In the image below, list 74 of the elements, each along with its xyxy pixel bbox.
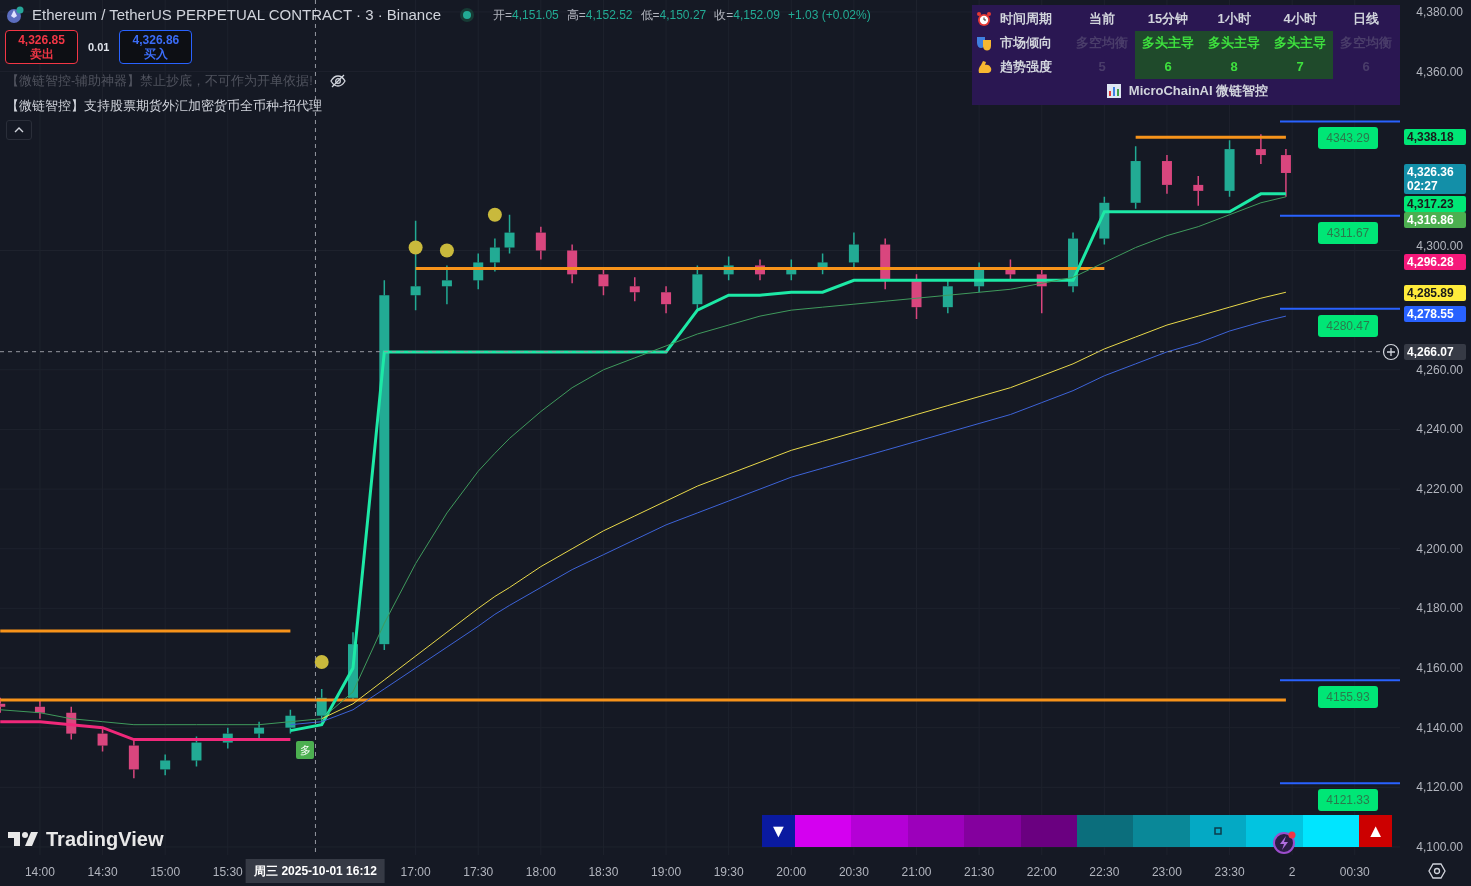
price-tag: 4,338.18 <box>1404 128 1466 145</box>
time-axis-label: 17:00 <box>400 864 431 881</box>
table-cell: 7 <box>1267 55 1333 79</box>
price-tag: 4,296.28 <box>1404 253 1466 270</box>
ohlc-value: 高=4,152.52 <box>566 7 633 25</box>
time-axis-label: 20:30 <box>838 864 869 881</box>
ohlc-value: 开=4,151.05 <box>493 7 559 25</box>
time-axis-label: 00:30 <box>1339 864 1370 881</box>
table-column-header: 当前 <box>1088 10 1116 29</box>
table-footer-title: MicroChainAI 微链智控 <box>1128 82 1269 101</box>
signal-cell: ▼ <box>762 815 795 847</box>
level-label: 4155.93 <box>1318 686 1378 709</box>
price-change: +1.03 (+0.02%) <box>787 7 871 25</box>
time-axis-label: 2 <box>1288 864 1296 881</box>
sell-button[interactable]: 4,326.85 卖出 <box>5 30 78 64</box>
level-label: 4121.33 <box>1318 789 1378 812</box>
table-cell: 6 <box>1135 55 1201 79</box>
time-axis-label: 17:30 <box>463 864 494 881</box>
ohlc-value: 收=4,152.09 <box>714 7 780 25</box>
table-cell: 多头主导 <box>1267 31 1333 55</box>
crosshair-price-label: 4,266.07 <box>1404 343 1466 360</box>
table-column-header: 日线 <box>1352 10 1380 29</box>
table-column-header: 4小时 <box>1282 10 1318 29</box>
price-axis-label: 4,380.00 <box>1416 4 1463 19</box>
time-axis-label: 20:00 <box>776 864 807 881</box>
price-tag: 4,278.55 <box>1404 306 1466 323</box>
table-cell: 多头主导 <box>1135 31 1201 55</box>
signal-marker: 多 <box>296 741 314 759</box>
price-axis-label: 4,220.00 <box>1416 482 1463 497</box>
price-tag: 4,317.23 <box>1404 195 1466 212</box>
price-axis-label: 4,200.00 <box>1416 541 1463 556</box>
time-axis-label: 15:30 <box>212 864 243 881</box>
time-axis-label: 22:00 <box>1026 864 1057 881</box>
signal-cell: ▲ <box>1359 815 1393 847</box>
level-label: 4280.47 <box>1318 314 1378 337</box>
time-axis-label: 18:30 <box>588 864 619 881</box>
price-axis-label: 4,300.00 <box>1416 238 1463 253</box>
table-row-label: 市场倾向 <box>1000 34 1052 53</box>
crosshair-time-label: 周三 2025-10-01 16:12 <box>246 859 385 883</box>
time-axis-label: 22:30 <box>1089 864 1120 881</box>
price-axis-label: 4,160.00 <box>1416 661 1463 675</box>
brand-name: TradingView <box>46 827 164 852</box>
ohlc-value: 低=4,150.27 <box>640 7 707 25</box>
time-axis-label: 18:00 <box>525 864 556 881</box>
time-axis-label: 14:00 <box>24 864 55 881</box>
time-axis-label: 23:00 <box>1151 864 1182 881</box>
time-axis-label: 19:00 <box>651 864 682 881</box>
level-label: 4343.29 <box>1318 127 1378 150</box>
level-label: 4311.67 <box>1318 221 1378 244</box>
indicator-label: 【微链智控】支持股票期货外汇加密货币全币种-招代理 <box>6 98 323 115</box>
price-axis-label: 4,240.00 <box>1416 422 1463 437</box>
table-cell: 8 <box>1201 55 1267 79</box>
time-axis-label: 21:00 <box>901 864 932 881</box>
table-row-label: 时间周期 <box>1000 10 1052 29</box>
price-axis-label: 4,260.00 <box>1416 362 1463 377</box>
time-axis-label: 23:30 <box>1214 864 1245 881</box>
price-axis-label: 4,120.00 <box>1416 780 1463 795</box>
price-axis-label: 4,360.00 <box>1416 64 1463 79</box>
price-tag: 4,326.36 02:27 <box>1404 163 1466 194</box>
buy-button[interactable]: 4,326.86 买入 <box>119 30 193 64</box>
table-cell: 多头主导 <box>1201 31 1267 55</box>
table-row-label: 趋势强度 <box>1000 58 1052 77</box>
time-axis-label: 14:30 <box>87 864 118 881</box>
price-axis-label: 4,180.00 <box>1416 601 1463 616</box>
spread-value: 0.01 <box>88 39 110 55</box>
price-axis-label: 4,140.00 <box>1416 720 1463 735</box>
time-axis-label: 15:00 <box>150 864 181 881</box>
table-column-header: 15分钟 <box>1146 10 1190 29</box>
price-axis-label: 4,100.00 <box>1416 839 1463 854</box>
price-tag: 4,285.89 <box>1404 284 1466 301</box>
table-column-header: 1小时 <box>1216 10 1252 29</box>
time-axis-label: 21:30 <box>964 864 995 881</box>
symbol-title: Ethereum / TetherUS PERPETUAL CONTRACT · 3 · Binance <box>32 5 442 25</box>
time-axis-label: 19:30 <box>713 864 744 881</box>
